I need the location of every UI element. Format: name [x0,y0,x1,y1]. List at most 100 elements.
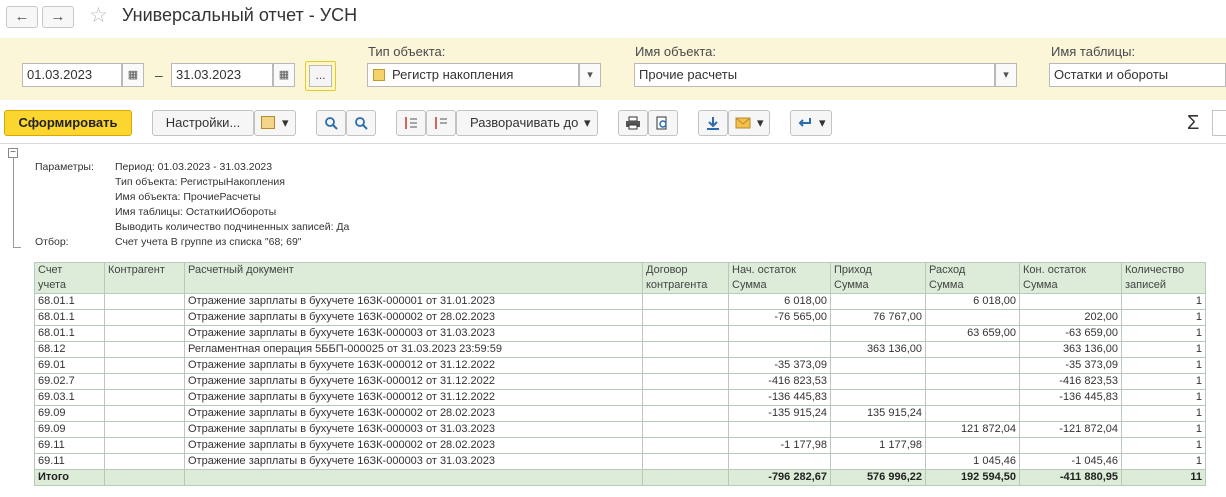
cell-contract[interactable] [642,341,729,358]
send-email-button[interactable]: ▾ [728,110,770,136]
cell-closing[interactable] [1019,405,1122,422]
cell-contract[interactable] [642,373,729,390]
cell-expense[interactable]: 1 045,46 [925,453,1020,470]
col-count-header[interactable]: Количество записей [1121,262,1206,294]
cell-counterparty[interactable] [104,341,185,358]
total-label[interactable]: Итого [34,469,105,486]
collapse-params-icon[interactable]: − [8,148,18,158]
cell-account[interactable]: 69.11 [34,437,105,454]
cell-counterparty[interactable] [104,437,185,454]
sum-field[interactable] [1212,110,1226,136]
col-opening-header[interactable]: Нач. остаток Сумма [728,262,831,294]
cell-opening[interactable]: -1 177,98 [728,437,831,454]
cell-account[interactable]: 69.01 [34,357,105,374]
table-row[interactable]: 68.01.1 Отражение зарплаты в бухучете 16З… [34,325,1206,342]
cell-expense[interactable] [925,373,1020,390]
expand-to-button[interactable]: Разворачивать до ▾ [456,110,598,136]
cell-contract[interactable] [642,437,729,454]
cell-counterparty[interactable] [104,453,185,470]
favorite-star-icon[interactable]: ☆ [89,3,108,28]
cell-counterparty[interactable] [104,389,185,406]
total-expense[interactable]: 192 594,50 [925,469,1020,486]
cell-expense[interactable] [925,309,1020,326]
cell-income[interactable]: 363 136,00 [830,341,926,358]
cell-contract[interactable] [642,421,729,438]
period-select-button[interactable]: ... [305,61,336,91]
cell-account[interactable]: 69.03.1 [34,389,105,406]
cell-account[interactable]: 69.09 [34,421,105,438]
cell-expense[interactable] [925,389,1020,406]
cell-account[interactable]: 68.01.1 [34,309,105,326]
cell-account[interactable]: 68.12 [34,341,105,358]
print-button[interactable] [618,110,648,136]
cell-closing[interactable] [1019,293,1122,310]
cell-closing[interactable]: -121 872,04 [1019,421,1122,438]
navigate-button[interactable]: ▾ [790,110,832,136]
cell-document[interactable]: Отражение зарплаты в бухучете 16ЗК-00001… [184,373,643,390]
cell-account[interactable]: 68.01.1 [34,293,105,310]
col-expense-header[interactable]: Расход Сумма [925,262,1020,294]
table-row[interactable]: 69.09 Отражение зарплаты в бухучете 16ЗК-… [34,405,1206,422]
cell-count[interactable]: 1 [1121,341,1206,358]
cell-closing[interactable]: -35 373,09 [1019,357,1122,374]
cell-document[interactable]: Отражение зарплаты в бухучете 16ЗК-00000… [184,325,643,342]
cell-contract[interactable] [642,469,729,486]
col-counterparty-header[interactable]: Контрагент [104,262,185,294]
cell-counterparty[interactable] [104,357,185,374]
object-name-dropdown[interactable]: ▾ [995,63,1017,87]
cell-document[interactable]: Отражение зарплаты в бухучете 16ЗК-00000… [184,309,643,326]
cell-closing[interactable] [1019,437,1122,454]
cell-closing[interactable]: 202,00 [1019,309,1122,326]
table-row[interactable]: 69.09 Отражение зарплаты в бухучете 16ЗК-… [34,421,1206,438]
save-button[interactable] [698,110,728,136]
expand-groups-button[interactable] [396,110,426,136]
cell-expense[interactable]: 63 659,00 [925,325,1020,342]
cell-document[interactable]: Отражение зарплаты в бухучете 16ЗК-00000… [184,453,643,470]
cell-income[interactable] [830,421,926,438]
total-count[interactable]: 11 [1121,469,1206,486]
cell-counterparty[interactable] [104,293,185,310]
cell-income[interactable]: 76 767,00 [830,309,926,326]
cell-contract[interactable] [642,357,729,374]
cell-account[interactable]: 69.09 [34,405,105,422]
cell-expense[interactable] [925,437,1020,454]
cell-document[interactable]: Отражение зарплаты в бухучете 16ЗК-00000… [184,421,643,438]
cell-account[interactable]: 69.11 [34,453,105,470]
cell-opening[interactable]: -136 445,83 [728,389,831,406]
sum-icon[interactable]: Σ [1187,112,1199,135]
cell-expense[interactable]: 6 018,00 [925,293,1020,310]
cell-document[interactable]: Отражение зарплаты в бухучете 16ЗК-00001… [184,357,643,374]
cell-count[interactable]: 1 [1121,405,1206,422]
cell-count[interactable]: 1 [1121,453,1206,470]
cell-counterparty[interactable] [104,325,185,342]
cell-document[interactable]: Регламентная операция 5ББП-000025 от 31.… [184,341,643,358]
cell-opening[interactable] [728,325,831,342]
cell-expense[interactable] [925,341,1020,358]
cell-contract[interactable] [642,309,729,326]
cell-opening[interactable]: -416 823,53 [728,373,831,390]
cell-counterparty[interactable] [104,469,185,486]
print-preview-button[interactable] [648,110,678,136]
cell-counterparty[interactable] [104,373,185,390]
search-advanced-button[interactable] [346,110,376,136]
cell-closing[interactable]: -63 659,00 [1019,325,1122,342]
object-type-select[interactable]: Регистр накопления [367,63,579,87]
cell-opening[interactable] [728,341,831,358]
cell-income[interactable] [830,293,926,310]
cell-count[interactable]: 1 [1121,309,1206,326]
generate-report-button[interactable]: Сформировать [4,110,132,136]
calendar-from-button[interactable]: ▦ [122,63,144,87]
cell-document[interactable]: Отражение зарплаты в бухучете 16ЗК-00000… [184,293,643,310]
cell-income[interactable] [830,453,926,470]
forward-button[interactable]: → [42,6,74,28]
cell-count[interactable]: 1 [1121,373,1206,390]
cell-counterparty[interactable] [104,405,185,422]
table-row[interactable]: 68.01.1 Отражение зарплаты в бухучете 16З… [34,309,1206,326]
object-type-dropdown[interactable]: ▾ [579,63,601,87]
cell-closing[interactable]: 363 136,00 [1019,341,1122,358]
cell-opening[interactable] [728,453,831,470]
table-row[interactable]: 69.11 Отражение зарплаты в бухучете 16ЗК-… [34,437,1206,454]
cell-document[interactable]: Отражение зарплаты в бухучете 16ЗК-00001… [184,389,643,406]
cell-expense[interactable] [925,357,1020,374]
cell-contract[interactable] [642,389,729,406]
